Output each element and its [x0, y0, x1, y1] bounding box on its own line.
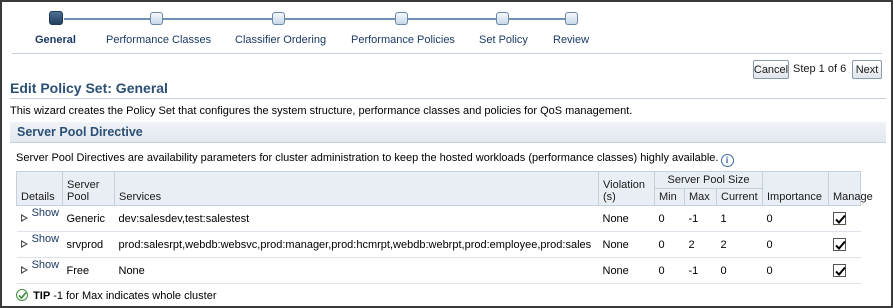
section-header: Server Pool Directive — [10, 122, 886, 143]
train-label-classifier-ordering[interactable]: Classifier Ordering — [235, 34, 326, 46]
title-divider — [10, 98, 886, 99]
tip: TIP -1 for Max indicates whole cluster — [16, 289, 216, 302]
importance-cell: 0 — [762, 231, 829, 258]
wizard-window: General Performance Classes Classifier O… — [0, 0, 893, 308]
show-details-link[interactable]: Show — [32, 233, 60, 245]
server-pool-cell: Generic — [62, 205, 115, 232]
manage-cell — [828, 257, 861, 284]
train-node-general — [49, 11, 63, 25]
current-cell: 1 — [716, 205, 763, 232]
train-node-performance-policies[interactable] — [395, 12, 408, 25]
train-label-performance-classes[interactable]: Performance Classes — [106, 34, 211, 46]
header-max: Max — [684, 188, 717, 206]
next-button[interactable]: Next — [852, 60, 882, 79]
tip-label: TIP — [33, 290, 51, 302]
header-server-pool-size: Server Pool Size — [654, 171, 763, 189]
max-cell: -1 — [684, 257, 717, 284]
section-description-text: Server Pool Directives are availability … — [16, 152, 719, 164]
current-cell: 0 — [716, 257, 763, 284]
show-details-link[interactable]: Show — [32, 259, 60, 271]
current-cell: 2 — [716, 231, 763, 258]
header-importance: Importance — [762, 171, 829, 206]
header-violation: Violation (s) — [598, 171, 655, 206]
services-cell: prod:salesrpt,webdb:websvc,prod:manager,… — [114, 231, 599, 258]
server-pool-cell: Free — [62, 257, 115, 284]
min-cell: 0 — [654, 257, 685, 284]
train-node-classifier-ordering[interactable] — [272, 12, 285, 25]
train-label-performance-policies[interactable]: Performance Policies — [351, 34, 455, 46]
violation-cell: None — [598, 231, 655, 258]
train-node-set-policy[interactable] — [496, 12, 509, 25]
header-services: Services — [114, 171, 599, 206]
train-divider — [12, 53, 882, 54]
table-row: Show srvprod prod:salesrpt,webdb:websvc,… — [16, 231, 861, 258]
step-indicator: Step 1 of 6 — [793, 63, 847, 75]
check-icon — [834, 240, 846, 250]
details-cell[interactable]: Show — [16, 231, 63, 258]
max-cell: -1 — [684, 205, 717, 232]
violation-cell: None — [598, 257, 655, 284]
expand-triangle-icon[interactable] — [20, 265, 29, 274]
tip-text: -1 for Max indicates whole cluster — [53, 290, 217, 302]
checkmark-icon — [16, 289, 28, 301]
section-description: Server Pool Directives are availability … — [16, 152, 734, 167]
details-cell[interactable]: Show — [16, 257, 63, 284]
header-server-pool: Server Pool — [62, 171, 115, 206]
wizard-train: General Performance Classes Classifier O… — [2, 2, 642, 50]
services-cell: dev:salesdev,test:salestest — [114, 205, 599, 232]
cancel-button[interactable]: Cancel — [753, 60, 789, 79]
manage-cell — [828, 205, 861, 232]
intro-text: This wizard creates the Policy Set that … — [10, 105, 633, 117]
min-cell: 0 — [654, 231, 685, 258]
train-label-general: General — [35, 34, 76, 46]
train-node-performance-classes[interactable] — [150, 12, 163, 25]
header-min: Min — [654, 188, 685, 206]
check-icon — [834, 214, 846, 224]
train-node-review[interactable] — [565, 12, 578, 25]
header-current: Current — [716, 188, 763, 206]
page-title: Edit Policy Set: General — [10, 80, 168, 96]
expand-triangle-icon[interactable] — [20, 213, 29, 222]
importance-cell: 0 — [762, 257, 829, 284]
expand-triangle-icon[interactable] — [20, 239, 29, 248]
manage-checkbox[interactable] — [832, 238, 846, 251]
manage-checkbox[interactable] — [832, 212, 846, 225]
section-title: Server Pool Directive — [17, 125, 143, 139]
server-pool-cell: srvprod — [62, 231, 115, 258]
manage-checkbox[interactable] — [832, 264, 846, 277]
header-manage: Manage — [828, 171, 873, 206]
train-label-set-policy[interactable]: Set Policy — [479, 34, 528, 46]
train-label-review[interactable]: Review — [553, 34, 589, 46]
services-cell: None — [114, 257, 599, 284]
info-icon[interactable]: i — [720, 154, 734, 167]
importance-cell: 0 — [762, 205, 829, 232]
show-details-link[interactable]: Show — [32, 207, 60, 219]
manage-cell — [828, 231, 861, 258]
table-row: Show Free None None 0 -1 0 0 — [16, 257, 861, 284]
header-details: Details — [16, 171, 63, 206]
min-cell: 0 — [654, 205, 685, 232]
details-cell[interactable]: Show — [16, 205, 63, 232]
check-icon — [834, 266, 846, 276]
max-cell: 2 — [684, 231, 717, 258]
server-pool-table: Details Server Pool Services Violation (… — [16, 171, 873, 284]
table-row: Show Generic dev:salesdev,test:salestest… — [16, 205, 861, 232]
violation-cell: None — [598, 205, 655, 232]
